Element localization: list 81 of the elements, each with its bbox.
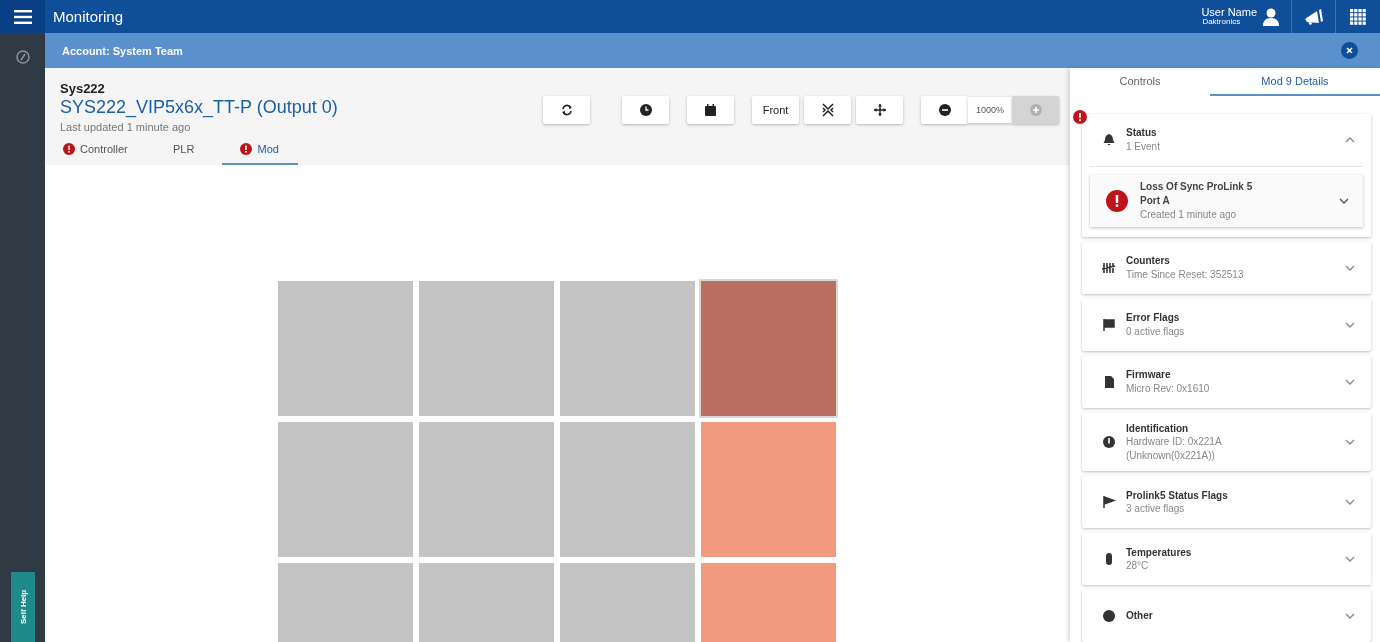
card-title: Other <box>1126 609 1154 623</box>
panel-tab[interactable]: Mod 9 Details <box>1210 68 1380 96</box>
view-tab[interactable]: Controller <box>60 139 146 165</box>
organization-name: Daktronics <box>1201 18 1241 27</box>
chevron-icon <box>1345 264 1355 271</box>
module-tile[interactable] <box>278 422 413 557</box>
card-subtitle: 0 active flags <box>1126 324 1186 338</box>
chevron-icon <box>1345 378 1355 385</box>
card-title: Firmware <box>1126 368 1172 382</box>
tally-icon <box>1102 260 1116 275</box>
user-name: User Name <box>1201 6 1257 19</box>
card-title: Counters <box>1126 254 1171 268</box>
card-subtitle: Micro Rev: 0x1610 <box>1126 381 1211 395</box>
module-tile[interactable] <box>560 422 695 557</box>
chevron-icon <box>1345 321 1355 328</box>
expand-toggle[interactable] <box>1343 497 1357 507</box>
chevron-icon <box>1345 613 1355 619</box>
card-title: Identification <box>1126 421 1190 435</box>
refresh-icon <box>560 104 573 116</box>
self-help-button[interactable]: Self Help <box>10 572 35 642</box>
view-button[interactable]: Front <box>752 96 799 124</box>
move-icon <box>873 104 886 116</box>
module-tile[interactable] <box>560 281 695 416</box>
user-icon[interactable] <box>1263 7 1279 26</box>
flag-icon <box>1102 317 1116 332</box>
event-time: Created 1 minute ago <box>1140 207 1238 222</box>
module-tile[interactable] <box>419 281 554 416</box>
grid-icon <box>1350 8 1366 25</box>
card-title: Status <box>1126 126 1158 140</box>
plus-icon <box>1029 104 1042 116</box>
system-name: Sys222 <box>60 81 106 96</box>
chevron-icon <box>1345 499 1355 505</box>
view-tab[interactable]: PLR <box>145 139 222 165</box>
panel-tab[interactable]: Controls <box>1070 68 1210 96</box>
account-label: Account: System Team <box>62 44 183 57</box>
module-tile[interactable] <box>701 422 836 557</box>
circle-icon <box>1102 609 1116 623</box>
card-subtitle: 28°C <box>1126 559 1150 573</box>
chevron-icon <box>1345 136 1355 143</box>
chevron-icon[interactable] <box>1339 197 1349 204</box>
app-title: Monitoring <box>53 8 124 25</box>
card-subtitle: Time Since Reset: 352513 <box>1126 267 1245 281</box>
event-item[interactable]: Loss Of Sync ProLink 5 Port A Created 1 minute ago <box>1090 174 1363 227</box>
chip-icon <box>1102 374 1116 389</box>
chevron-icon <box>1345 438 1355 445</box>
zoom-field[interactable]: 1000% <box>968 97 1012 123</box>
collapse-icon <box>821 103 834 117</box>
chevron-icon <box>1345 556 1355 562</box>
display-title: SYS222_VIP5x6x_TT-P (Output 0) <box>60 97 339 118</box>
zoom-out-button[interactable] <box>921 96 968 124</box>
expand-toggle[interactable] <box>1343 611 1357 621</box>
card-title: Error Flags <box>1126 311 1181 325</box>
module-tile[interactable] <box>701 281 836 416</box>
card-subtitle: Hardware ID: 0x221A (Unknown(0x221A)) <box>1126 435 1223 462</box>
menu-button[interactable] <box>0 0 45 33</box>
collapse-button[interactable] <box>804 96 851 124</box>
info-icon <box>1102 434 1116 449</box>
card-subtitle: 1 Event <box>1126 139 1161 153</box>
clock-icon <box>639 104 652 116</box>
error-icon <box>1106 189 1128 212</box>
refresh-button[interactable] <box>543 96 590 124</box>
gauge-icon[interactable] <box>15 50 30 64</box>
minus-icon <box>938 104 951 116</box>
close-icon <box>1346 47 1353 54</box>
pennant-icon <box>1102 495 1116 509</box>
menu-icon <box>13 9 32 24</box>
module-tile[interactable] <box>419 422 554 557</box>
calendar-icon <box>705 104 716 116</box>
calendar-button[interactable] <box>687 96 734 124</box>
card-subtitle: 3 active flags <box>1126 502 1186 516</box>
expand-toggle[interactable] <box>1343 554 1357 564</box>
close-button[interactable] <box>1341 42 1358 59</box>
module-tile[interactable] <box>278 281 413 416</box>
move-button[interactable] <box>856 96 903 124</box>
card-title: Prolink5 Status Flags <box>1126 488 1229 502</box>
megaphone-icon <box>1303 7 1324 26</box>
card-title: Temperatures <box>1126 545 1193 559</box>
bell-icon <box>1102 132 1116 147</box>
history-button[interactable] <box>622 96 669 124</box>
last-updated: Last updated 1 minute ago <box>60 121 192 133</box>
event-title: Loss Of Sync ProLink 5 Port A <box>1140 179 1254 208</box>
